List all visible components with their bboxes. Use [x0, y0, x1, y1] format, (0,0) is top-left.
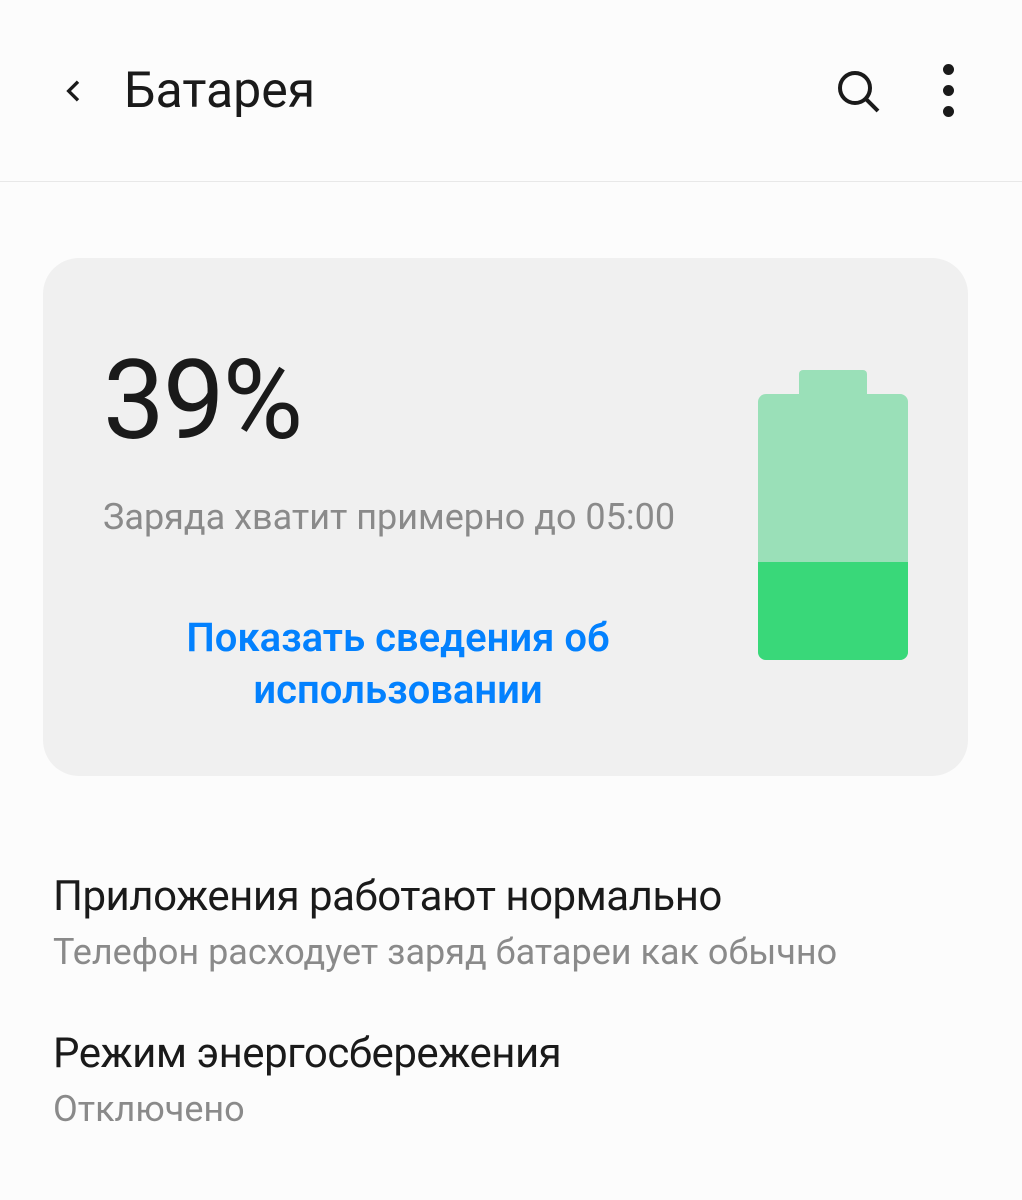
- power-saving-item[interactable]: Режим энергосбережения Отключено: [53, 1029, 958, 1130]
- item-subtitle: Телефон расходует заряд батареи как обыч…: [53, 931, 958, 973]
- item-title: Приложения работают нормально: [53, 872, 958, 921]
- settings-list: Приложения работают нормально Телефон ра…: [43, 872, 968, 1130]
- battery-icon: [758, 370, 908, 660]
- more-vertical-icon: [943, 64, 954, 117]
- header: Батарея: [0, 0, 1022, 182]
- more-button[interactable]: [928, 61, 968, 121]
- battery-card: 39% Заряда хватит примерно до 05:00 Пока…: [43, 258, 968, 776]
- usage-details-link[interactable]: Показать сведения об использовании: [103, 612, 693, 716]
- item-subtitle: Отключено: [53, 1088, 958, 1130]
- back-button[interactable]: [50, 67, 98, 115]
- apps-status-item[interactable]: Приложения работают нормально Телефон ра…: [53, 872, 958, 973]
- page-title: Батарея: [124, 62, 828, 120]
- battery-fill: [758, 562, 908, 660]
- search-icon: [834, 67, 882, 115]
- search-button[interactable]: [828, 61, 888, 121]
- chevron-left-icon: [58, 75, 90, 107]
- content: 39% Заряда хватит примерно до 05:00 Пока…: [0, 182, 1022, 1130]
- item-title: Режим энергосбережения: [53, 1029, 958, 1078]
